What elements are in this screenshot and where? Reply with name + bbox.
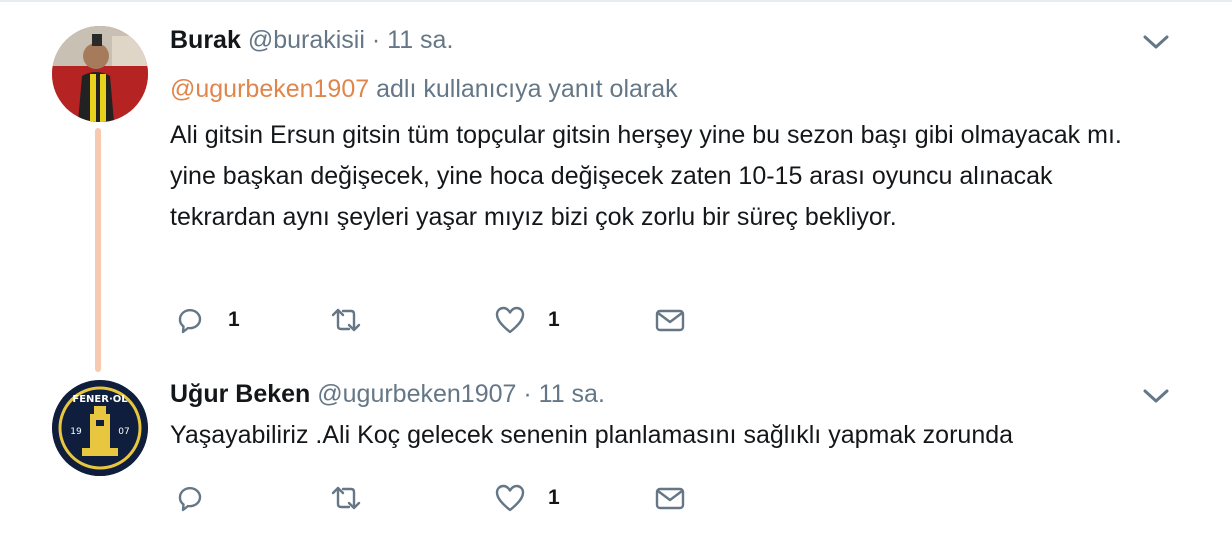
tweet-menu-button[interactable] xyxy=(1142,32,1170,52)
author-handle[interactable]: @burakisii xyxy=(248,26,365,54)
thread-connector-line xyxy=(95,128,101,372)
avatar[interactable] xyxy=(52,26,148,122)
like-count: 1 xyxy=(548,486,560,509)
envelope-icon xyxy=(655,309,685,332)
reply-icon xyxy=(178,486,202,512)
direct-message-button[interactable] xyxy=(654,478,686,518)
timestamp[interactable]: 11 sa. xyxy=(539,380,605,408)
tweet-text: Yaşayabiliriz .Ali Koç gelecek senenin p… xyxy=(170,421,1014,449)
tweet-text: Ali gitsin Ersun gitsin tüm topçular git… xyxy=(170,121,1122,231)
reply-icon xyxy=(178,308,202,334)
reply-button[interactable] xyxy=(174,478,228,518)
svg-text:07: 07 xyxy=(118,427,129,437)
avatar[interactable]: FENER·OL 19 07 xyxy=(52,380,148,476)
retweet-button[interactable] xyxy=(330,300,384,340)
chevron-down-icon xyxy=(1143,389,1169,403)
like-button[interactable]: 1 xyxy=(494,300,560,340)
tweet-header: Uğur Beken @ugurbeken1907 · 11 sa. xyxy=(170,380,605,409)
tweet-actions: 1 1 xyxy=(170,300,710,340)
like-count: 1 xyxy=(548,308,560,331)
fenerol-logo-icon: FENER·OL 19 07 xyxy=(52,380,148,476)
retweet-button[interactable] xyxy=(330,478,384,518)
svg-text:FENER·OL: FENER·OL xyxy=(72,394,128,405)
svg-text:19: 19 xyxy=(70,427,82,437)
reply-button[interactable]: 1 xyxy=(174,300,240,340)
chevron-down-icon xyxy=(1143,35,1169,49)
heart-icon xyxy=(495,484,525,512)
tweet-actions: 1 xyxy=(170,478,710,518)
reply-context-text: adlı kullanıcıya yanıt olarak xyxy=(369,75,678,103)
separator-dot: · xyxy=(523,380,532,408)
timestamp[interactable]: 11 sa. xyxy=(387,26,453,54)
retweet-icon xyxy=(331,308,361,332)
reply-mention-link[interactable]: @ugurbeken1907 xyxy=(170,75,369,103)
heart-icon xyxy=(495,306,525,334)
author-name[interactable]: Burak xyxy=(170,26,241,54)
tweet-menu-button[interactable] xyxy=(1142,386,1170,406)
envelope-icon xyxy=(655,487,685,510)
retweet-icon xyxy=(331,486,361,510)
author-name[interactable]: Uğur Beken xyxy=(170,380,310,408)
separator-dot: · xyxy=(371,26,381,54)
direct-message-button[interactable] xyxy=(654,300,686,340)
like-button[interactable]: 1 xyxy=(494,478,560,518)
top-divider xyxy=(0,0,1232,2)
tweet-header: Burak @burakisii · 11 sa. xyxy=(170,26,453,55)
user-photo-icon xyxy=(52,26,148,122)
reply-context: @ugurbeken1907 adlı kullanıcıya yanıt ol… xyxy=(170,75,678,104)
author-handle[interactable]: @ugurbeken1907 xyxy=(317,380,516,408)
reply-count: 1 xyxy=(228,308,240,331)
